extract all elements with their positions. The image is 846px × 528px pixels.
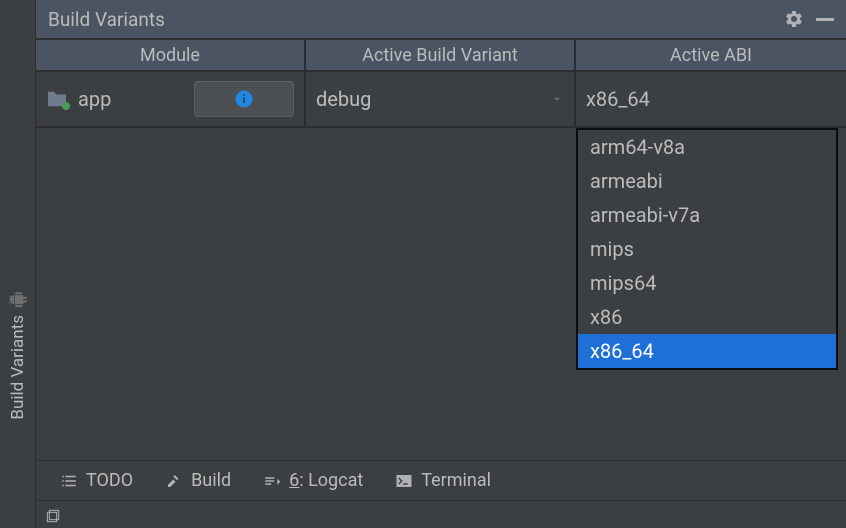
hammer-icon	[165, 472, 183, 490]
info-button[interactable]	[194, 81, 294, 117]
status-bar	[36, 500, 846, 528]
abi-option[interactable]: mips	[578, 232, 836, 266]
cell-module: app	[36, 72, 306, 126]
abi-dropdown-popup: arm64-v8a armeabi armeabi-v7a mips mips6…	[576, 128, 838, 370]
panel-header: Build Variants	[36, 0, 846, 40]
minimize-icon[interactable]	[816, 18, 834, 21]
abi-option[interactable]: armeabi	[578, 164, 836, 198]
module-name: app	[78, 87, 111, 111]
panel-title: Build Variants	[48, 8, 165, 31]
bottom-tool-bar: TODO Build 6: Logcat Terminal	[36, 460, 846, 500]
android-icon	[9, 291, 27, 309]
vertical-tab-label: Build Variants	[8, 283, 28, 428]
window-icon[interactable]	[46, 507, 62, 523]
panel-header-actions	[784, 9, 834, 29]
tool-build[interactable]: Build	[165, 470, 231, 491]
vertical-tab-build-variants[interactable]: Build Variants	[0, 0, 36, 528]
gear-icon[interactable]	[784, 9, 804, 29]
abi-option[interactable]: armeabi-v7a	[578, 198, 836, 232]
tool-todo[interactable]: TODO	[60, 470, 133, 491]
column-header-abi: Active ABI	[576, 40, 846, 70]
logcat-icon	[263, 472, 281, 490]
column-headers: Module Active Build Variant Active ABI	[36, 40, 846, 72]
module-folder-icon	[46, 90, 68, 108]
main-panel: Build Variants Module Active Build Varia…	[36, 0, 846, 528]
terminal-icon	[395, 472, 413, 490]
variant-value: debug	[316, 87, 371, 111]
abi-option[interactable]: arm64-v8a	[578, 130, 836, 164]
tool-logcat[interactable]: 6: Logcat	[263, 470, 363, 491]
column-header-variant: Active Build Variant	[306, 40, 576, 70]
variant-dropdown[interactable]: debug	[306, 72, 576, 126]
abi-option-selected[interactable]: x86_64	[578, 334, 836, 368]
table-row: app debug x86_64	[36, 72, 846, 128]
column-header-module: Module	[36, 40, 306, 70]
info-icon	[234, 89, 254, 109]
list-icon	[60, 472, 78, 490]
abi-value: x86_64	[586, 87, 650, 111]
body-area: arm64-v8a armeabi armeabi-v7a mips mips6…	[36, 128, 846, 460]
abi-option[interactable]: x86	[578, 300, 836, 334]
abi-option[interactable]: mips64	[578, 266, 836, 300]
abi-dropdown[interactable]: x86_64	[576, 72, 846, 126]
tool-terminal[interactable]: Terminal	[395, 470, 491, 491]
chevron-down-icon	[550, 92, 564, 106]
